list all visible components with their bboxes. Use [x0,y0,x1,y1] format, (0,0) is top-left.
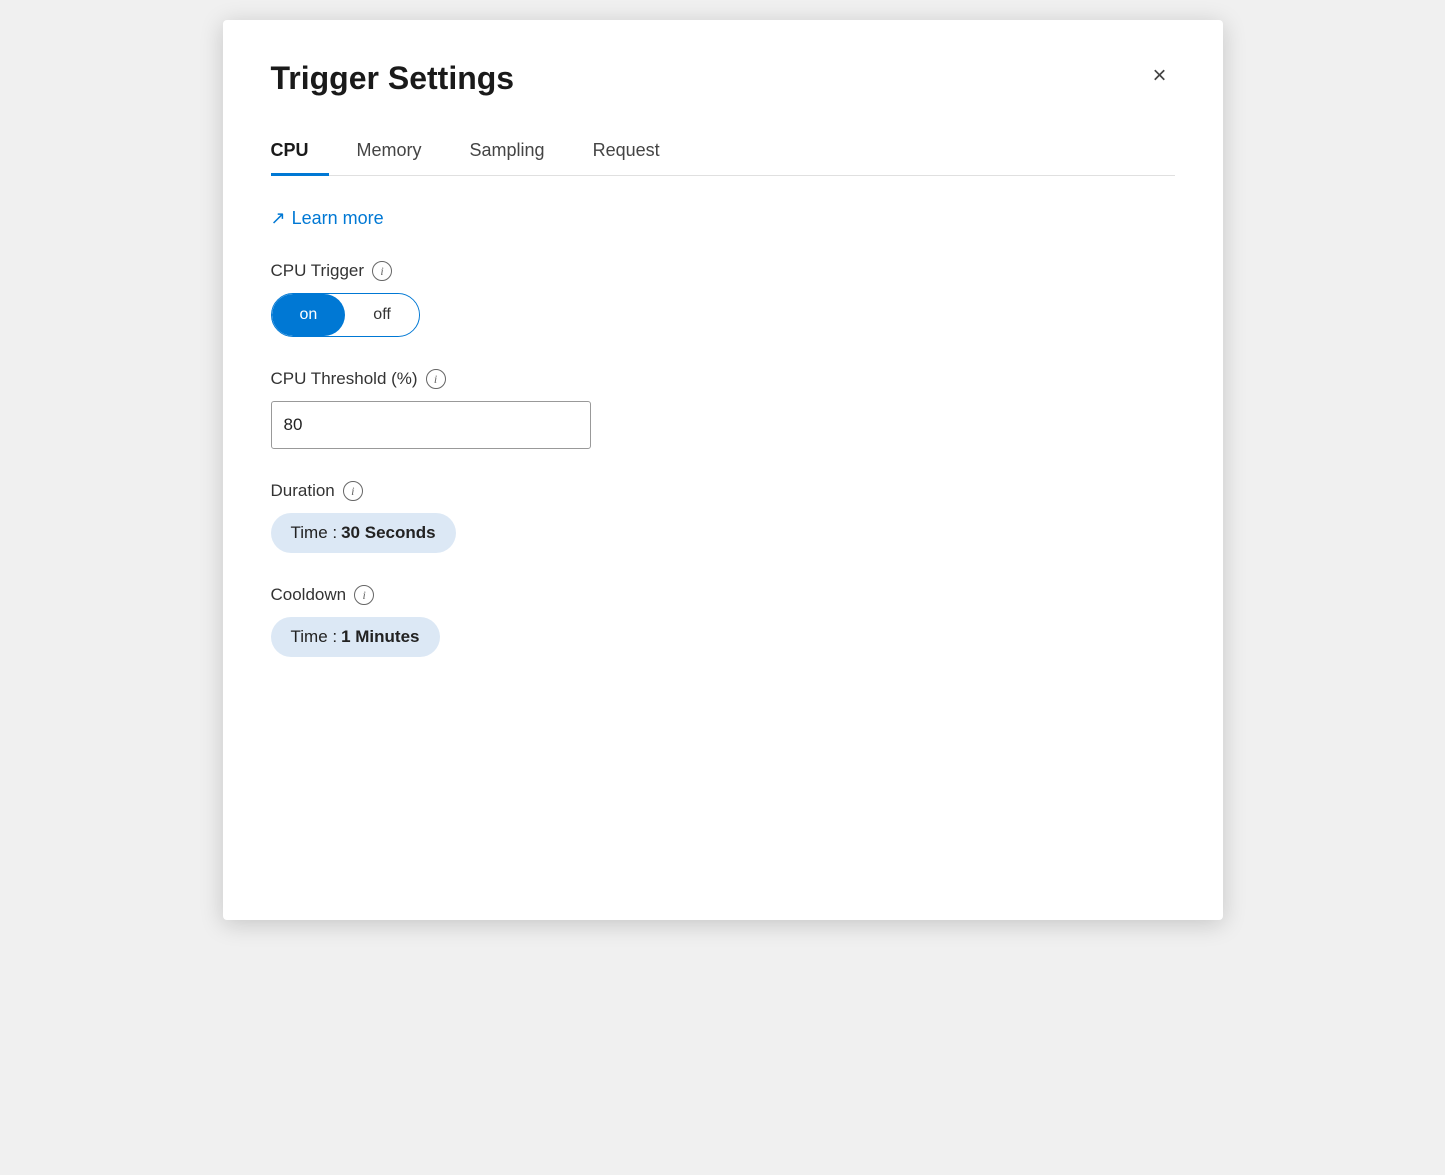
cpu-threshold-input[interactable] [271,401,591,449]
cooldown-time-badge[interactable]: Time : 1 Minutes [271,617,440,657]
cpu-trigger-label: CPU Trigger [271,261,365,281]
cooldown-time-value: 1 Minutes [341,627,419,647]
cooldown-label-row: Cooldown i [271,585,1175,605]
tab-cpu[interactable]: CPU [271,130,329,176]
cpu-threshold-label: CPU Threshold (%) [271,369,418,389]
learn-more-row: ↗ Learn more [271,208,1175,229]
dialog-title: Trigger Settings [271,60,515,97]
toggle-off-button[interactable]: off [345,294,419,336]
cpu-trigger-info-icon[interactable]: i [372,261,392,281]
tab-sampling[interactable]: Sampling [470,130,565,176]
duration-label: Duration [271,481,335,501]
dialog-header: Trigger Settings × [271,60,1175,97]
learn-more-text: Learn more [292,208,384,229]
cpu-threshold-section: CPU Threshold (%) i [271,369,1175,449]
cooldown-label: Cooldown [271,585,347,605]
cpu-trigger-label-row: CPU Trigger i [271,261,1175,281]
trigger-settings-dialog: Trigger Settings × CPU Memory Sampling R… [223,20,1223,920]
tab-memory[interactable]: Memory [357,130,442,176]
cpu-threshold-info-icon[interactable]: i [426,369,446,389]
close-button[interactable]: × [1144,60,1174,92]
external-link-icon: ↗ [271,208,286,229]
cpu-trigger-toggle[interactable]: on off [271,293,420,337]
duration-info-icon[interactable]: i [343,481,363,501]
cooldown-info-icon[interactable]: i [354,585,374,605]
duration-section: Duration i Time : 30 Seconds [271,481,1175,553]
tab-request[interactable]: Request [593,130,680,176]
cooldown-section: Cooldown i Time : 1 Minutes [271,585,1175,657]
cpu-trigger-section: CPU Trigger i on off [271,261,1175,337]
learn-more-link[interactable]: ↗ Learn more [271,208,384,229]
duration-time-prefix: Time : [291,523,338,543]
duration-time-value: 30 Seconds [341,523,436,543]
cooldown-time-prefix: Time : [291,627,338,647]
duration-time-badge[interactable]: Time : 30 Seconds [271,513,456,553]
tab-bar: CPU Memory Sampling Request [271,129,1175,176]
toggle-on-button[interactable]: on [272,294,346,336]
cpu-threshold-label-row: CPU Threshold (%) i [271,369,1175,389]
duration-label-row: Duration i [271,481,1175,501]
